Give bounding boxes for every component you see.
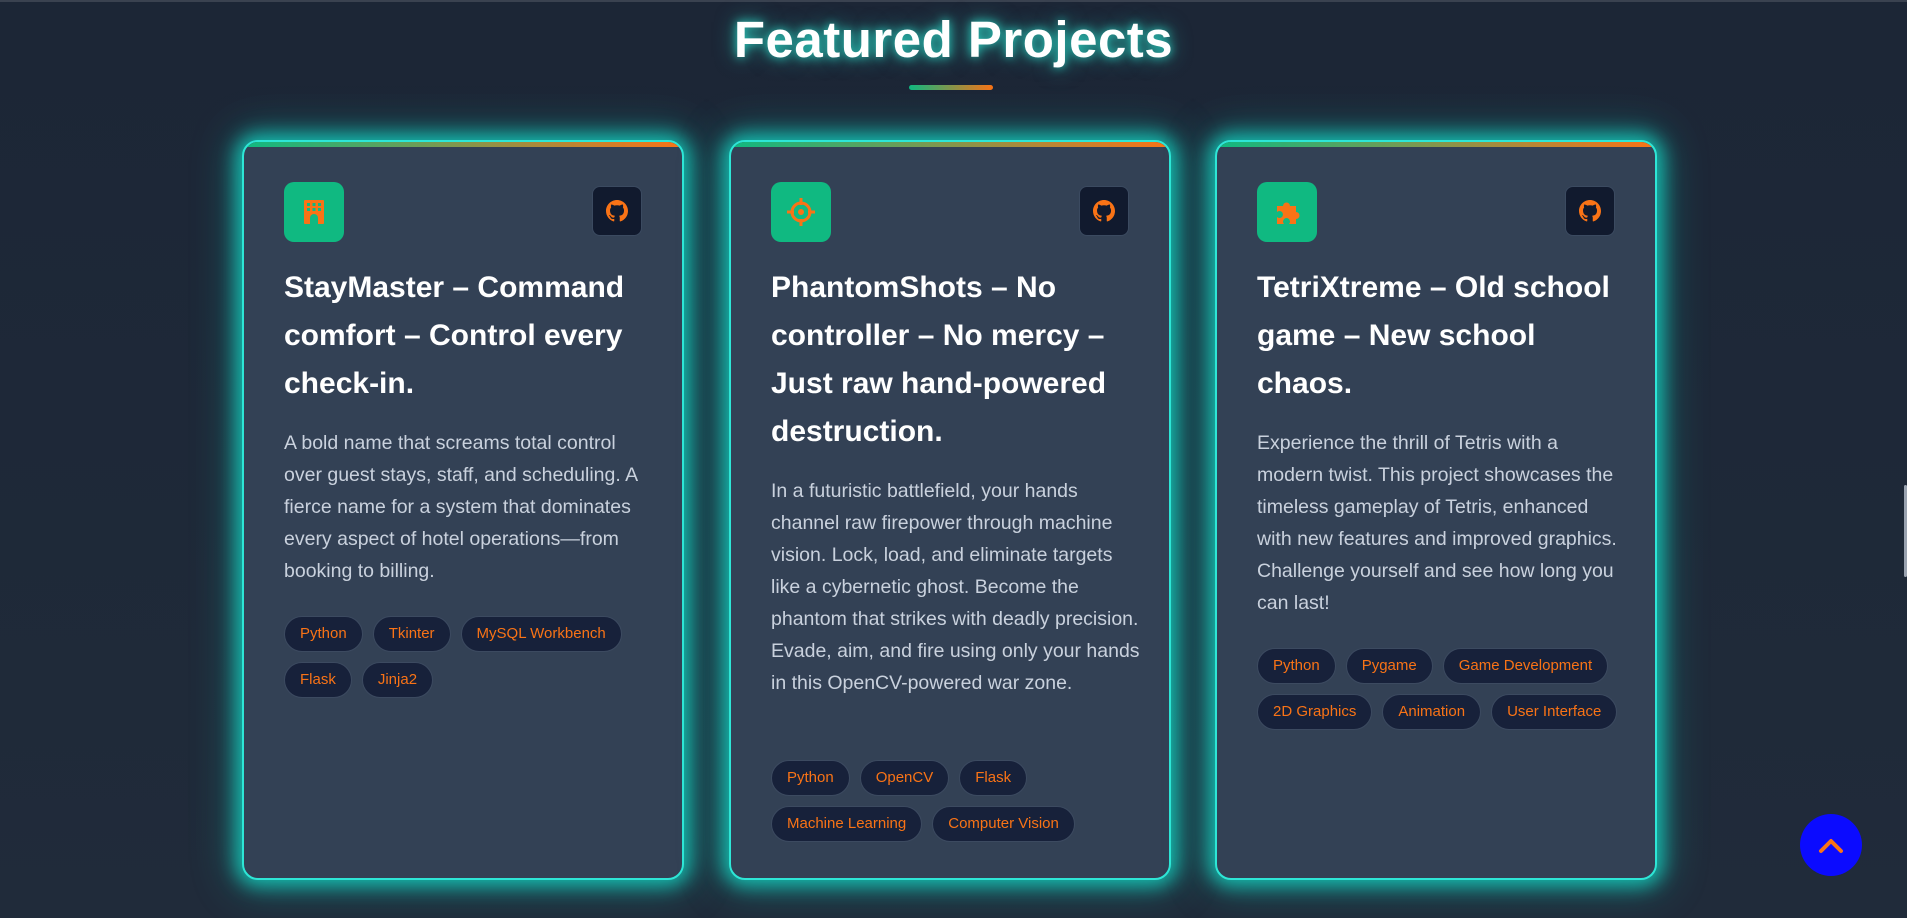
card-accent-bar bbox=[244, 142, 682, 147]
tech-tags: Python Tkinter MySQL Workbench Flask Jin… bbox=[284, 616, 656, 698]
card-accent-bar bbox=[1217, 142, 1655, 147]
scroll-to-top-button[interactable] bbox=[1800, 814, 1862, 876]
tech-tag: Tkinter bbox=[372, 616, 451, 652]
project-card: StayMaster – Command comfort – Control e… bbox=[242, 140, 684, 880]
title-underline bbox=[909, 85, 993, 90]
hotel-icon bbox=[284, 182, 344, 242]
tech-tag: Flask bbox=[284, 662, 352, 698]
tech-tag: Python bbox=[284, 616, 363, 652]
tech-tag: Python bbox=[1257, 648, 1336, 684]
github-link-button[interactable] bbox=[1565, 186, 1615, 236]
tech-tag: Animation bbox=[1382, 694, 1482, 730]
github-icon bbox=[606, 200, 628, 222]
crosshair-icon bbox=[771, 182, 831, 242]
github-link-button[interactable] bbox=[592, 186, 642, 236]
card-accent-bar bbox=[731, 142, 1169, 147]
tech-tags: Python OpenCV Flask Machine Learning Com… bbox=[771, 760, 1143, 842]
tech-tag: Computer Vision bbox=[932, 806, 1075, 842]
tech-tag: OpenCV bbox=[859, 760, 950, 796]
tech-tag: Game Development bbox=[1442, 648, 1609, 684]
tech-tag: Jinja2 bbox=[361, 662, 434, 698]
tech-tag: Python bbox=[771, 760, 850, 796]
tech-tags: Python Pygame Game Development 2D Graphi… bbox=[1257, 648, 1629, 730]
project-description: Experience the thrill of Tetris with a m… bbox=[1257, 432, 1617, 614]
tech-tag: 2D Graphics bbox=[1257, 694, 1373, 730]
github-icon bbox=[1093, 200, 1115, 222]
project-card: PhantomShots – No controller – No mercy … bbox=[729, 140, 1171, 880]
top-divider bbox=[0, 0, 1907, 2]
puzzle-icon bbox=[1257, 182, 1317, 242]
github-icon bbox=[1579, 200, 1601, 222]
section-title: Featured Projects bbox=[733, 11, 1174, 68]
project-description: In a futuristic battlefield, your hands … bbox=[771, 480, 1140, 694]
tech-tag: Machine Learning bbox=[771, 806, 923, 842]
chevron-up-icon bbox=[1819, 839, 1843, 853]
projects-section: Featured Projects StayMaster – Command c… bbox=[0, 0, 1907, 918]
project-title: StayMaster – Command comfort – Control e… bbox=[284, 271, 625, 400]
tech-tag: Flask bbox=[959, 760, 1028, 796]
project-card: TetriXtreme – Old school game – New scho… bbox=[1215, 140, 1657, 880]
tech-tag: MySQL Workbench bbox=[460, 616, 622, 652]
tech-tag: User Interface bbox=[1491, 694, 1618, 730]
project-description: A bold name that screams total control o… bbox=[284, 432, 638, 582]
github-link-button[interactable] bbox=[1079, 186, 1129, 236]
project-title: PhantomShots – No controller – No mercy … bbox=[771, 271, 1107, 448]
project-title: TetriXtreme – Old school game – New scho… bbox=[1257, 271, 1610, 400]
tech-tag: Pygame bbox=[1345, 648, 1433, 684]
